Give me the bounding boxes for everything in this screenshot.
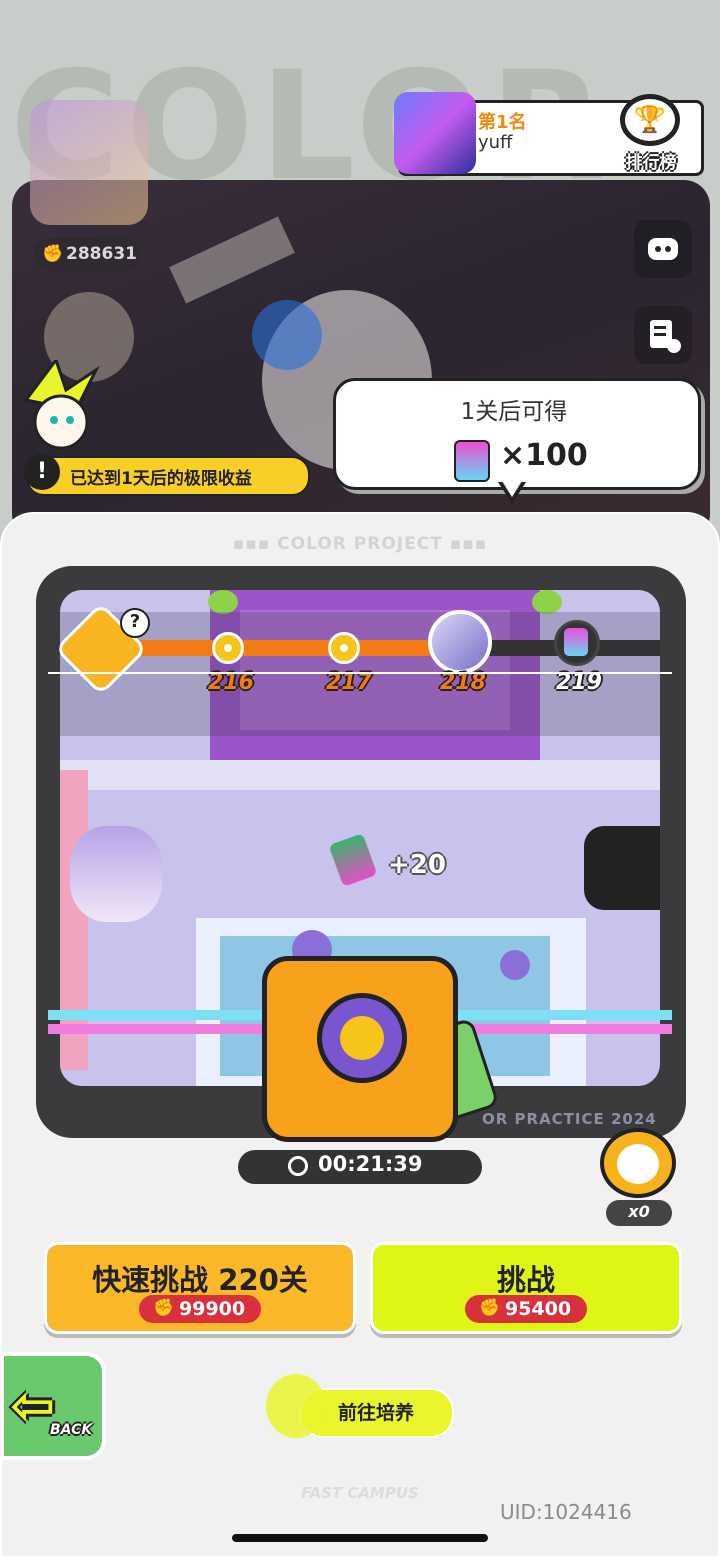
challenge-cost: 95400 bbox=[505, 1298, 572, 1320]
task-list-icon[interactable] bbox=[634, 306, 692, 364]
leaderboard-button[interactable]: 🏆 排行榜 bbox=[612, 92, 690, 174]
map-paint-splat bbox=[500, 950, 530, 980]
level-node-dot bbox=[340, 644, 348, 652]
safe-dial bbox=[317, 993, 407, 1083]
alarm-clock-button[interactable] bbox=[600, 1128, 676, 1198]
back-arrow-icon: ⇦ bbox=[10, 1374, 56, 1437]
pickup-text: +20 bbox=[388, 850, 446, 880]
mop-character bbox=[584, 826, 660, 910]
reward-count: ×100 bbox=[500, 438, 588, 473]
stage-watermark: OR PRACTICE 2024 bbox=[482, 1110, 657, 1128]
quick-challenge-cost: 99900 bbox=[179, 1298, 246, 1320]
level-node-dot bbox=[224, 644, 232, 652]
challenge-cost-pill: ✊ 95400 bbox=[465, 1295, 587, 1323]
top-player-rank: 第1名 bbox=[478, 112, 527, 133]
help-icon[interactable]: ? bbox=[120, 608, 150, 638]
map-bush bbox=[532, 590, 562, 614]
back-label: BACK bbox=[50, 1422, 93, 1438]
challenge-button[interactable]: 挑战 ✊ 95400 bbox=[370, 1242, 682, 1334]
player-power: 288631 bbox=[66, 244, 137, 264]
sun-icon bbox=[340, 1016, 384, 1060]
leaderboard-label: 排行榜 bbox=[625, 153, 677, 173]
clock-icon bbox=[288, 1156, 308, 1176]
bubble-tail-inner bbox=[502, 481, 522, 497]
panel-title: ▪▪▪ COLOR PROJECT ▪▪▪ bbox=[232, 534, 488, 554]
panel-title-text: COLOR PROJECT bbox=[277, 534, 443, 554]
level-node bbox=[212, 632, 244, 664]
alarm-clock-icon bbox=[617, 1144, 659, 1184]
banner-ornament bbox=[252, 300, 322, 370]
quick-challenge-cost-pill: ✊ 99900 bbox=[139, 1295, 261, 1323]
user-id: UID:1024416 bbox=[500, 1500, 632, 1524]
paint-can-icon bbox=[564, 628, 588, 656]
home-indicator[interactable] bbox=[232, 1534, 488, 1542]
quick-challenge-label: 快速挑战 220关 bbox=[92, 1263, 308, 1297]
quick-challenge-button[interactable]: 快速挑战 220关 ✊ 99900 bbox=[44, 1242, 356, 1334]
train-label: 前往培养 bbox=[338, 1402, 415, 1424]
progress-fill bbox=[130, 640, 460, 656]
mascot-icon bbox=[266, 1374, 326, 1438]
top-player-name: yuff bbox=[478, 132, 513, 153]
earnings-limit-text: 已达到1天后的极限收益 bbox=[70, 469, 252, 489]
level-node bbox=[328, 632, 360, 664]
banner-ribbon bbox=[169, 216, 295, 304]
clock-count: x0 bbox=[628, 1202, 650, 1221]
back-button[interactable]: ⇦ BACK bbox=[0, 1352, 106, 1460]
fist-icon: ✊ bbox=[153, 1298, 175, 1318]
mascot-character bbox=[6, 356, 116, 460]
fist-icon: ✊ bbox=[42, 244, 64, 264]
reward-bubble-title: 1关后可得 bbox=[460, 399, 568, 425]
progress-divider bbox=[48, 672, 672, 674]
map-street bbox=[60, 760, 660, 790]
boss-level-node bbox=[428, 610, 492, 674]
pig-icon[interactable] bbox=[634, 220, 692, 278]
top-player-avatar bbox=[394, 92, 476, 174]
fist-icon: ✊ bbox=[479, 1298, 501, 1318]
exclamation-icon: ! bbox=[24, 454, 60, 490]
paint-can-icon bbox=[454, 440, 490, 482]
idle-safe[interactable] bbox=[262, 956, 458, 1142]
map-bush bbox=[208, 590, 238, 614]
idle-timer: 00:21:39 bbox=[318, 1152, 423, 1176]
hero-character bbox=[70, 826, 162, 922]
challenge-label: 挑战 bbox=[496, 1263, 555, 1297]
player-avatar[interactable] bbox=[30, 100, 148, 225]
trophy-icon: 🏆 bbox=[620, 94, 680, 146]
